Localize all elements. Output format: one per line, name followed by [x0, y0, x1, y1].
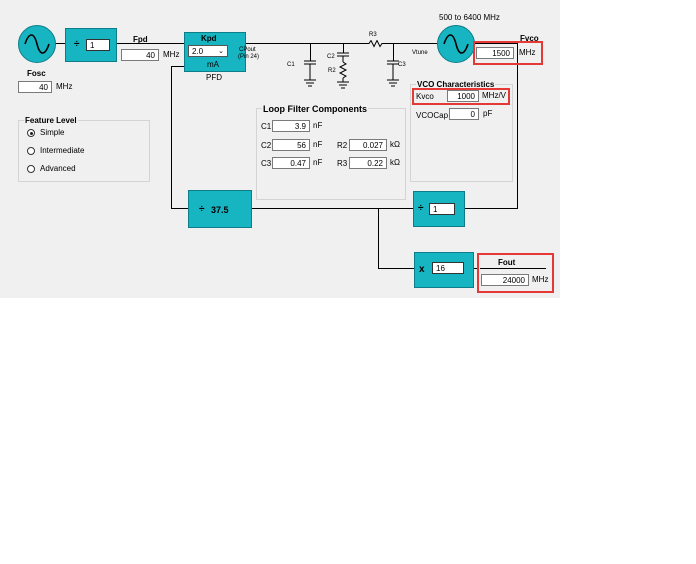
fosc-input[interactable]: 40 [18, 81, 52, 93]
vtune-label: Vtune [412, 50, 428, 56]
n-divider-value[interactable]: 37.5 [211, 205, 229, 215]
pfd-block: Kpd 2.0 ⌄ mA [184, 32, 246, 72]
vco-range: 500 to 6400 MHz [439, 13, 500, 22]
c2-r2-symbol [337, 52, 349, 89]
wire-branch-mult [378, 268, 414, 269]
fosc-label: Fosc [27, 69, 46, 78]
radio-advanced[interactable] [27, 165, 35, 173]
vcocap-unit: pF [483, 109, 493, 118]
kpd-select[interactable]: 2.0 ⌄ [188, 45, 228, 57]
n-divider-block: ÷ 37.5 [188, 190, 252, 228]
wire-pfd-vco [245, 43, 437, 44]
sine-wave-icon [24, 34, 50, 54]
radio-intermediate-label[interactable]: Intermediate [40, 146, 84, 156]
out-divider-block: ÷ 1 [413, 191, 465, 227]
cpout-label: CPout [239, 47, 256, 53]
wire-osc-refdiv [55, 43, 65, 44]
wire-ndiv-left [171, 208, 188, 209]
wire-right-down [517, 43, 518, 209]
fvco-unit: MHz [519, 48, 536, 57]
r2-label: R2 [337, 141, 348, 150]
pll-diagram-canvas: Fosc 40 MHz ÷ 1 Fpd 40 MHz Kpd 2.0 ⌄ mA … [0, 0, 560, 298]
cpout-pin: (Pin 24) [238, 54, 260, 60]
r2-schematic-label: R2 [328, 68, 336, 74]
out-divider-input[interactable]: 1 [429, 203, 455, 215]
r3-resistor-symbol [366, 40, 384, 48]
wire-feedback-pfd [171, 66, 184, 67]
multiplier-symbol: x [419, 264, 425, 275]
wire-feedback-up [171, 66, 172, 209]
fout-input[interactable]: 24000 [481, 274, 529, 286]
fout-unit: MHz [532, 275, 549, 284]
kvco-unit: MHz/V [482, 91, 506, 100]
c1-unit: nF [313, 121, 323, 130]
c2-label: C2 [261, 141, 272, 150]
wire-outdiv-ndiv [250, 208, 413, 209]
fout-highlight [477, 253, 554, 293]
sine-wave-icon [443, 34, 469, 54]
vcocap-input[interactable]: 0 [449, 108, 479, 120]
fout-label: Fout [498, 258, 516, 267]
c1-label: C1 [261, 122, 272, 131]
fvco-input[interactable]: 1500 [476, 47, 514, 59]
fout-underline [480, 268, 546, 269]
c1-capacitor-symbol [304, 60, 316, 87]
c3-schematic-label: C3 [398, 62, 406, 68]
radio-simple-label[interactable]: Simple [40, 128, 64, 138]
fpd-label: Fpd [133, 35, 148, 44]
multiplier-input[interactable]: 16 [432, 262, 464, 274]
fpd-input[interactable]: 40 [121, 49, 159, 61]
kpd-unit: mA [207, 60, 219, 69]
multiplier-block: x 16 [414, 252, 474, 288]
wire-branch-down [378, 208, 379, 269]
c2-schematic-label: C2 [327, 54, 335, 60]
kpd-value: 2.0 [192, 47, 204, 56]
r3-input[interactable]: 0.22 [349, 157, 387, 169]
c1-input[interactable]: 3.9 [272, 120, 310, 132]
r3-label: R3 [337, 159, 348, 168]
ref-divider-block: ÷ 1 [65, 28, 117, 62]
radio-advanced-label[interactable]: Advanced [40, 164, 76, 174]
kpd-label: Kpd [201, 34, 217, 43]
c3-input[interactable]: 0.47 [272, 157, 310, 169]
radio-simple[interactable] [27, 129, 35, 137]
chevron-down-icon: ⌄ [218, 48, 224, 55]
vco-block [437, 25, 475, 63]
out-divider-symbol: ÷ [418, 203, 424, 214]
pfd-name: PFD [206, 73, 222, 82]
r3-unit: kΩ [390, 158, 400, 167]
ref-divider-symbol: ÷ [74, 39, 80, 50]
r2-unit: kΩ [390, 140, 400, 149]
wire-right-outdiv [463, 208, 518, 209]
r3-schematic-label: R3 [369, 32, 377, 38]
r2-input[interactable]: 0.027 [349, 139, 387, 151]
radio-intermediate[interactable] [27, 147, 35, 155]
n-divider-symbol: ÷ [199, 204, 205, 215]
ref-divider-input[interactable]: 1 [86, 39, 110, 51]
kvco-label: Kvco [416, 92, 434, 101]
wire-refdiv-pfd [116, 43, 184, 44]
kvco-input[interactable]: 1000 [447, 90, 479, 102]
feature-level-title: Feature Level [24, 116, 78, 126]
oscillator-block [18, 25, 56, 63]
c3-label: C3 [261, 159, 272, 168]
fpd-unit: MHz [163, 50, 180, 59]
c3-unit: nF [313, 158, 323, 167]
loop-filter-title: Loop Filter Components [262, 104, 368, 114]
fosc-unit: MHz [56, 82, 73, 91]
c2-input[interactable]: 56 [272, 139, 310, 151]
vcocap-label: VCOCap [416, 111, 449, 120]
c2-unit: nF [313, 140, 323, 149]
c1-schematic-label: C1 [287, 62, 295, 68]
